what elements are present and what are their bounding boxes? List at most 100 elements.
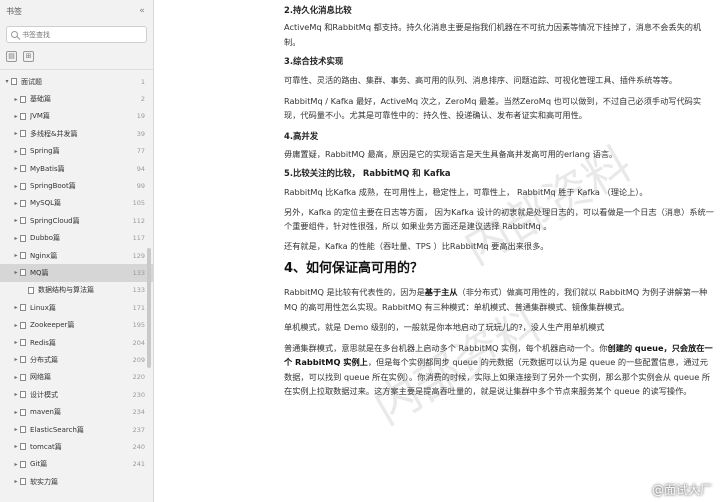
bookmark-item[interactable]: ▸ 软实力篇 [0,473,153,490]
bookmark-icon [20,443,26,451]
chevron-right-icon[interactable]: ▸ [12,148,20,155]
chevron-right-icon[interactable]: ▸ [12,409,20,416]
para-ha-3: 普通集群模式，意思就是在多台机器上启动多个 RabbitMQ 实例，每个机器启动… [284,341,714,399]
bookmark-icon [20,252,26,260]
chevron-right-icon[interactable]: ▸ [12,252,20,259]
bookmark-label: Nginx篇 [30,251,58,260]
bookmark-icon [20,165,26,173]
document-view[interactable]: 2.持久化消息比较 ActiveMq 和RabbitMq 都支持。持久化消息主要… [154,0,720,502]
bookmark-label: JVM篇 [30,112,50,121]
chevron-right-icon[interactable]: ▸ [12,130,20,137]
bookmark-label: SpringBoot篇 [30,182,76,191]
chevron-right-icon[interactable]: ▸ [12,391,20,398]
bookmark-item[interactable]: ▸ Spring篇 77 [0,143,153,160]
search-icon [11,31,18,38]
bookmark-item[interactable]: ▸ 设计模式 230 [0,386,153,403]
para-ha-3-a: 普通集群模式，意思就是在多台机器上启动多个 RabbitMQ 实例，每个机器启动… [284,342,608,353]
bookmark-item[interactable]: ▾ 面试题 1 [0,73,153,90]
chevron-right-icon[interactable]: ▸ [12,200,20,207]
sidebar-scrollbar[interactable] [147,78,151,488]
para-compare-3: 还有就是，Kafka 的性能（吞吐量、TPS ）比RabbitMq 要高出来很多… [284,240,549,251]
bookmark-icon [11,78,17,86]
bookmark-icon [20,147,26,155]
bookmark-item[interactable]: ▸ maven篇 234 [0,403,153,420]
chevron-right-icon[interactable]: ▸ [12,217,20,224]
chevron-right-icon[interactable]: ▸ [12,443,20,450]
para-tech-2: RabbitMq / Kafka 最好，ActiveMq 次之，ZeroMq 最… [284,95,702,121]
bookmark-icon [20,199,26,207]
para-compare-2: 另外，Kafka 的定位主要在日志等方面， 因为Kafka 设计的初衷就是处理日… [284,206,714,232]
bookmarks-sidebar: 书签 « ▤ ⊞ ▾面试题1▸基础篇2▸JVM篇19▸多线程&并发篇39▸Spr… [0,0,154,502]
bookmark-item[interactable]: ▸ 网络篇 220 [0,369,153,386]
bookmark-label: MQ篇 [30,268,49,277]
bookmark-item[interactable]: ▸ Linux篇 171 [0,299,153,316]
chevron-right-icon[interactable]: ▸ [12,374,20,381]
para-persistence: ActiveMq 和RabbitMq 都支持。持久化消息主要是指我们机器在不可抗… [284,22,702,47]
bookmark-item[interactable]: ▸ Redis篇 204 [0,334,153,351]
chevron-right-icon[interactable]: ▸ [12,356,20,363]
para-concurrency: 毋庸置疑，RabbitMQ 最高，原因是它的实现语言是天生具备高并发高可用的er… [284,148,618,159]
bookmark-item[interactable]: ▸ tomcat篇 240 [0,438,153,455]
bookmark-icon [20,269,26,277]
bookmark-icon [20,339,26,347]
bookmark-item[interactable]: ▸ 基础篇 2 [0,90,153,107]
bookmark-search[interactable] [6,26,147,43]
heading-concurrency: 4.高并发 [284,130,319,141]
chevron-right-icon[interactable]: ▸ [12,461,20,468]
sidebar-divider [0,69,153,70]
bookmark-item[interactable]: ▸ JVM篇 19 [0,108,153,125]
bookmark-label: Linux篇 [30,303,56,312]
bookmark-label: 软实力篇 [30,477,58,486]
chevron-right-icon[interactable]: ▸ [12,426,20,433]
bookmark-item[interactable]: 数据结构与算法篇 133 [0,282,153,299]
chevron-right-icon[interactable]: ▸ [12,339,20,346]
chevron-right-icon[interactable]: ▸ [12,183,20,190]
chevron-right-icon[interactable]: ▸ [12,322,20,329]
chevron-right-icon[interactable]: ▸ [12,113,20,120]
bookmark-search-input[interactable] [22,30,132,39]
bookmark-item[interactable]: ▸ 分布式篇 209 [0,351,153,368]
collapse-icon[interactable]: « [137,6,147,16]
bookmark-label: 网络篇 [30,373,51,382]
bookmark-label: 分布式篇 [30,355,58,364]
bookmark-item[interactable]: ▸ ElasticSearch篇 237 [0,421,153,438]
chevron-right-icon[interactable]: ▸ [12,304,20,311]
bookmark-item[interactable]: ▸ MyBatis篇 94 [0,160,153,177]
bookmark-item[interactable]: ▸ MQ篇 133 [0,264,153,282]
bookmark-icon [20,373,26,381]
bookmark-icon [20,112,26,120]
bookmark-label: MyBatis篇 [30,164,65,173]
bookmark-item[interactable]: ▸ Git篇 241 [0,456,153,473]
bookmark-label: Redis篇 [30,338,56,347]
sidebar-toolbar: ▤ ⊞ [0,47,153,65]
chevron-down-icon[interactable]: ▾ [3,78,11,85]
chevron-right-icon[interactable]: ▸ [12,235,20,242]
bookmark-item[interactable]: ▸ Nginx篇 129 [0,247,153,264]
heading-persistence: 2.持久化消息比较 [284,5,352,15]
para-ha-1-bold: 基于主从 [424,287,458,297]
bookmark-options-icon[interactable]: ▤ [6,50,17,62]
bookmark-item[interactable]: ▸ 多线程&并发篇 39 [0,125,153,142]
expand-bookmark-icon[interactable]: ⊞ [23,50,34,62]
bookmark-item[interactable]: ▸ SpringBoot篇 99 [0,177,153,194]
bookmark-tree: ▾ 面试题 1 ▸ 基础篇 2 ▸ JVM篇 19 ▸ 多线程&并发篇 39 ▸ Spring篇 77 ▸ My… [0,73,153,490]
chevron-right-icon[interactable]: ▸ [12,96,20,103]
bookmark-icon [20,217,26,225]
para-ha-1: RabbitMQ 是比较有代表性的，因为是基于主从（非分布式）做高可用性的，我们… [284,285,714,314]
chevron-right-icon[interactable]: ▸ [12,165,20,172]
chevron-right-icon[interactable]: ▸ [12,478,20,485]
bookmark-label: Git篇 [30,460,48,469]
bookmark-label: maven篇 [30,408,61,417]
chevron-right-icon[interactable]: ▸ [12,269,20,276]
bookmark-item[interactable]: ▸ Dubbo篇 117 [0,230,153,247]
sidebar-title: 书签 [6,6,22,16]
bookmark-item[interactable]: ▸ SpringCloud篇 112 [0,212,153,229]
bookmark-item[interactable]: ▸ MySQL篇 105 [0,195,153,212]
para-tech: 可靠性、灵活的路由、集群、事务、高可用的队列、消息排序、问题追踪、可视化管理工具… [284,75,678,85]
bookmark-icon [20,321,26,329]
scrollbar-thumb[interactable] [147,248,151,368]
bookmark-label: 面试题 [21,77,42,86]
bookmark-icon [20,426,26,433]
bookmark-item[interactable]: ▸ Zookeeper篇 195 [0,316,153,333]
para-ha-2: 单机模式，就是 Demo 级别的，一般就是你本地启动了玩玩儿的?，没人生产用单机… [284,322,605,332]
